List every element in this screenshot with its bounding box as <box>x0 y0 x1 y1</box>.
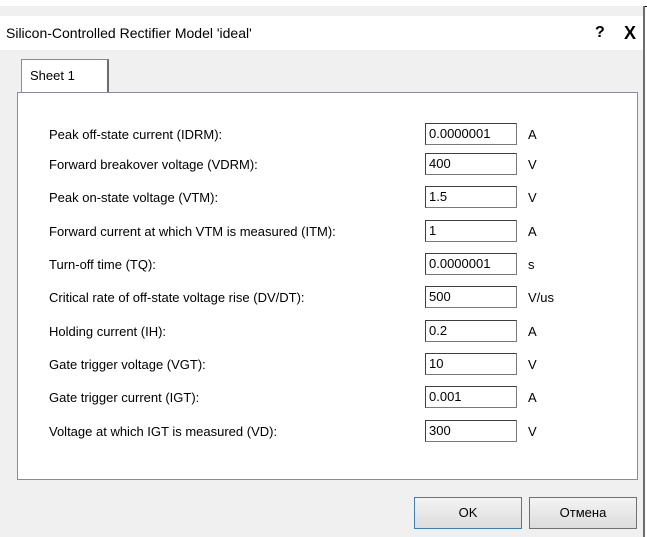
vd-input[interactable]: 300 <box>425 420 517 442</box>
param-row-itm: Forward current at which VTM is measured… <box>18 220 637 244</box>
param-unit: V <box>528 190 537 205</box>
title-bar: Silicon-Controlled Rectifier Model 'idea… <box>0 16 643 50</box>
param-row-igt: Gate trigger current (IGT): 0.001 A <box>18 386 637 410</box>
ok-button[interactable]: OK <box>414 497 522 529</box>
tab-panel: Peak off-state current (IDRM): 0.0000001… <box>17 92 638 480</box>
dvdt-input[interactable]: 500 <box>425 286 517 308</box>
vgt-input[interactable]: 10 <box>425 353 517 375</box>
param-row-vgt: Gate trigger voltage (VGT): 10 V <box>18 353 637 377</box>
param-unit: V <box>528 157 537 172</box>
idrm-input[interactable]: 0.0000001 <box>425 123 517 145</box>
param-row-vtm: Peak on-state voltage (VTM): 1.5 V <box>18 186 637 210</box>
help-button[interactable]: ? <box>595 24 605 42</box>
param-unit: V <box>528 357 537 372</box>
param-label: Forward breakover voltage (VDRM): <box>49 157 258 172</box>
param-row-tq: Turn-off time (TQ): 0.0000001 s <box>18 253 637 277</box>
param-row-idrm: Peak off-state current (IDRM): 0.0000001… <box>18 123 637 147</box>
param-row-dvdt: Critical rate of off-state voltage rise … <box>18 286 637 310</box>
ih-input[interactable]: 0.2 <box>425 320 517 342</box>
param-unit: A <box>528 390 537 405</box>
window-title: Silicon-Controlled Rectifier Model 'idea… <box>6 25 252 41</box>
tq-input[interactable]: 0.0000001 <box>425 253 517 275</box>
param-row-vdrm: Forward breakover voltage (VDRM): 400 V <box>18 153 637 177</box>
igt-input[interactable]: 0.001 <box>425 386 517 408</box>
param-label: Peak off-state current (IDRM): <box>49 127 223 142</box>
param-label: Forward current at which VTM is measured… <box>49 224 336 239</box>
param-unit: A <box>528 224 537 239</box>
param-unit: V/us <box>528 290 555 305</box>
param-row-ih: Holding current (IH): 0.2 A <box>18 320 637 344</box>
param-label: Voltage at which IGT is measured (VD): <box>49 424 278 439</box>
dialog-window: Silicon-Controlled Rectifier Model 'idea… <box>0 6 645 537</box>
param-label: Peak on-state voltage (VTM): <box>49 190 219 205</box>
param-label: Turn-off time (TQ): <box>49 257 156 272</box>
tab-label: Sheet 1 <box>30 68 75 83</box>
cancel-button[interactable]: Отмена <box>529 497 637 529</box>
param-unit: V <box>528 424 537 439</box>
param-unit: s <box>528 257 535 272</box>
close-button[interactable]: X <box>624 23 636 44</box>
param-unit: A <box>528 127 537 142</box>
tab-sheet-1[interactable]: Sheet 1 <box>21 59 109 93</box>
itm-input[interactable]: 1 <box>425 220 517 242</box>
vtm-input[interactable]: 1.5 <box>425 186 517 208</box>
param-label: Holding current (IH): <box>49 324 167 339</box>
param-unit: A <box>528 324 537 339</box>
param-label: Gate trigger voltage (VGT): <box>49 357 206 372</box>
param-row-vd: Voltage at which IGT is measured (VD): 3… <box>18 420 637 444</box>
param-label: Gate trigger current (IGT): <box>49 390 200 405</box>
param-label: Critical rate of off-state voltage rise … <box>49 290 305 305</box>
vdrm-input[interactable]: 400 <box>425 153 517 175</box>
